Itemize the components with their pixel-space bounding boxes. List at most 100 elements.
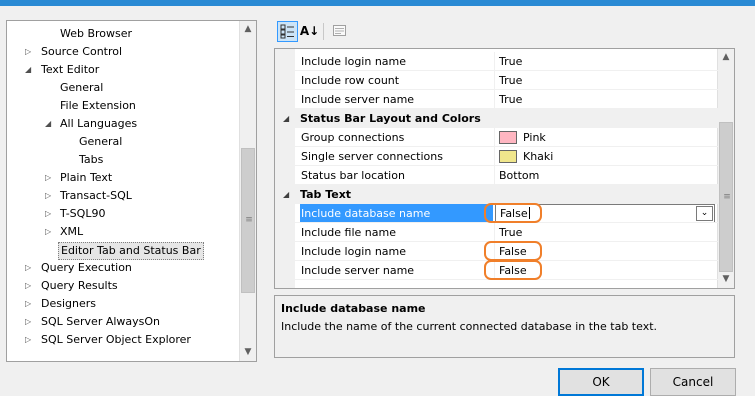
tree-item[interactable]: ◢ All Languages bbox=[7, 115, 239, 133]
tree-item-label: Web Browser bbox=[60, 27, 133, 40]
tree-item-label: SQL Server Object Explorer bbox=[41, 333, 191, 346]
collapse-arrow-icon[interactable]: ◢ bbox=[45, 115, 55, 133]
property-category[interactable]: ◢ Tab Text bbox=[275, 185, 718, 204]
property-name: Include login name bbox=[301, 55, 407, 68]
property-category[interactable]: ◢ Status Bar Layout and Colors bbox=[275, 109, 718, 128]
options-tree[interactable]: ▲ ≡ ▼ Web Browser ▷ Source Control ◢ Text Ed… bbox=[6, 20, 257, 362]
grip-icon: ≡ bbox=[723, 192, 731, 202]
expand-arrow-icon[interactable]: ▷ bbox=[45, 205, 55, 223]
property-grid-toolbar: A↓ bbox=[274, 20, 354, 44]
expand-arrow-icon[interactable]: ▷ bbox=[25, 313, 35, 331]
tree-item-label: XML bbox=[60, 225, 84, 238]
description-title: Include database name bbox=[281, 302, 426, 315]
property-row[interactable]: Status bar location Bottom bbox=[275, 166, 718, 185]
tree-item[interactable]: Editor Tab and Status Bar bbox=[7, 241, 239, 260]
column-divider bbox=[494, 166, 495, 185]
property-pages-button[interactable] bbox=[329, 21, 350, 42]
description-pane: Include database name Include the name o… bbox=[274, 295, 735, 358]
tree-item[interactable]: General bbox=[7, 133, 239, 151]
scroll-down-icon[interactable]: ▼ bbox=[718, 271, 734, 288]
tree-item-label: Query Execution bbox=[41, 261, 132, 274]
expand-arrow-icon[interactable]: ▷ bbox=[25, 259, 35, 277]
column-divider bbox=[494, 223, 495, 242]
category-title: Tab Text bbox=[300, 188, 352, 201]
options-dialog: ▲ ≡ ▼ Web Browser ▷ Source Control ◢ Text Ed… bbox=[0, 6, 755, 396]
alphabetical-button[interactable]: A↓ bbox=[299, 21, 320, 42]
collapse-arrow-icon[interactable]: ◢ bbox=[283, 109, 289, 128]
color-swatch bbox=[499, 131, 517, 144]
scroll-down-icon[interactable]: ▼ bbox=[240, 344, 256, 361]
property-name: Include login name bbox=[301, 245, 407, 258]
property-value-cell: True bbox=[495, 52, 522, 70]
grid-scroll-thumb[interactable]: ≡ bbox=[719, 122, 733, 272]
tree-item[interactable]: ▷ SQL Server AlwaysOn bbox=[7, 313, 239, 331]
property-value: True bbox=[499, 55, 523, 68]
tree-item[interactable]: ▷ SQL Server Object Explorer bbox=[7, 331, 239, 349]
tree-item[interactable]: ▷ T-SQL90 bbox=[7, 205, 239, 223]
property-name: Group connections bbox=[301, 131, 405, 144]
expand-arrow-icon[interactable]: ▷ bbox=[45, 187, 55, 205]
color-swatch bbox=[499, 150, 517, 163]
property-row[interactable]: Include server name True bbox=[275, 90, 718, 109]
tree-item-label: SQL Server AlwaysOn bbox=[41, 315, 161, 328]
collapse-arrow-icon[interactable]: ◢ bbox=[283, 185, 289, 204]
categorized-button[interactable] bbox=[277, 21, 298, 42]
column-divider bbox=[494, 52, 495, 71]
tree-item[interactable]: ▷ XML bbox=[7, 223, 239, 241]
cancel-button[interactable]: Cancel bbox=[650, 368, 736, 396]
scroll-up-icon[interactable]: ▲ bbox=[240, 21, 256, 38]
dropdown-arrow-icon[interactable]: ⌄ bbox=[696, 206, 713, 221]
tree-item-label: General bbox=[79, 135, 123, 148]
collapse-arrow-icon[interactable]: ◢ bbox=[25, 61, 35, 79]
expand-arrow-icon[interactable]: ▷ bbox=[45, 169, 55, 187]
tree-item[interactable]: Tabs bbox=[7, 151, 239, 169]
expand-arrow-icon[interactable]: ▷ bbox=[25, 295, 35, 313]
tree-item-label: File Extension bbox=[60, 99, 136, 112]
tree-item-label: Query Results bbox=[41, 279, 118, 292]
highlight-outline bbox=[484, 203, 542, 223]
column-divider bbox=[494, 128, 495, 147]
property-name: Single server connections bbox=[301, 150, 443, 163]
expand-arrow-icon[interactable]: ▷ bbox=[25, 277, 35, 295]
property-row[interactable]: Include server name False bbox=[275, 260, 718, 280]
property-value-cell: Khaki bbox=[495, 147, 553, 165]
highlight-outline bbox=[484, 260, 542, 280]
expand-arrow-icon[interactable]: ▷ bbox=[25, 331, 35, 349]
tree-item[interactable]: ▷ Query Results bbox=[7, 277, 239, 295]
tree-item[interactable]: File Extension bbox=[7, 97, 239, 115]
grid-scrollbar[interactable]: ▲ ≡ ▼ bbox=[717, 49, 734, 288]
property-name: Include database name bbox=[300, 204, 493, 222]
tree-scrollbar[interactable]: ▲ ≡ ▼ bbox=[239, 21, 256, 361]
ok-button[interactable]: OK bbox=[558, 368, 644, 396]
scroll-up-icon[interactable]: ▲ bbox=[718, 49, 734, 66]
property-row[interactable]: Include file name True bbox=[275, 223, 718, 242]
property-row[interactable]: Include database name False ⌄ bbox=[275, 203, 718, 223]
property-row[interactable]: Single server connections Khaki bbox=[275, 147, 718, 166]
property-row[interactable]: Include login name False bbox=[275, 241, 718, 261]
property-value-cell: Pink bbox=[495, 128, 546, 146]
alphabetical-sort-icon: A↓ bbox=[299, 24, 320, 38]
column-divider bbox=[494, 71, 495, 90]
tree-item[interactable]: General bbox=[7, 79, 239, 97]
tree-item-label: Source Control bbox=[41, 45, 123, 58]
property-value: Bottom bbox=[499, 169, 540, 182]
tree-scroll-thumb[interactable]: ≡ bbox=[241, 148, 255, 293]
property-grid[interactable]: ▲ ≡ ▼ Include login name True Include row … bbox=[274, 48, 735, 289]
tree-item[interactable]: ▷ Transact-SQL bbox=[7, 187, 239, 205]
expand-arrow-icon[interactable]: ▷ bbox=[45, 223, 55, 241]
property-value: True bbox=[499, 93, 523, 106]
property-pages-icon bbox=[333, 25, 346, 36]
tree-item[interactable]: Web Browser bbox=[7, 25, 239, 43]
tree-item[interactable]: ▷ Source Control bbox=[7, 43, 239, 61]
tree-item-label: Text Editor bbox=[41, 63, 100, 76]
highlight-outline bbox=[484, 241, 542, 261]
property-row[interactable]: Include login name True bbox=[275, 52, 718, 71]
property-row[interactable]: Group connections Pink bbox=[275, 128, 718, 147]
tree-item[interactable]: ▷ Designers bbox=[7, 295, 239, 313]
expand-arrow-icon[interactable]: ▷ bbox=[25, 43, 35, 61]
property-row[interactable]: Include row count True bbox=[275, 71, 718, 90]
tree-item[interactable]: ◢ Text Editor bbox=[7, 61, 239, 79]
property-value: True bbox=[499, 226, 523, 239]
tree-item[interactable]: ▷ Query Execution bbox=[7, 259, 239, 277]
tree-item[interactable]: ▷ Plain Text bbox=[7, 169, 239, 187]
